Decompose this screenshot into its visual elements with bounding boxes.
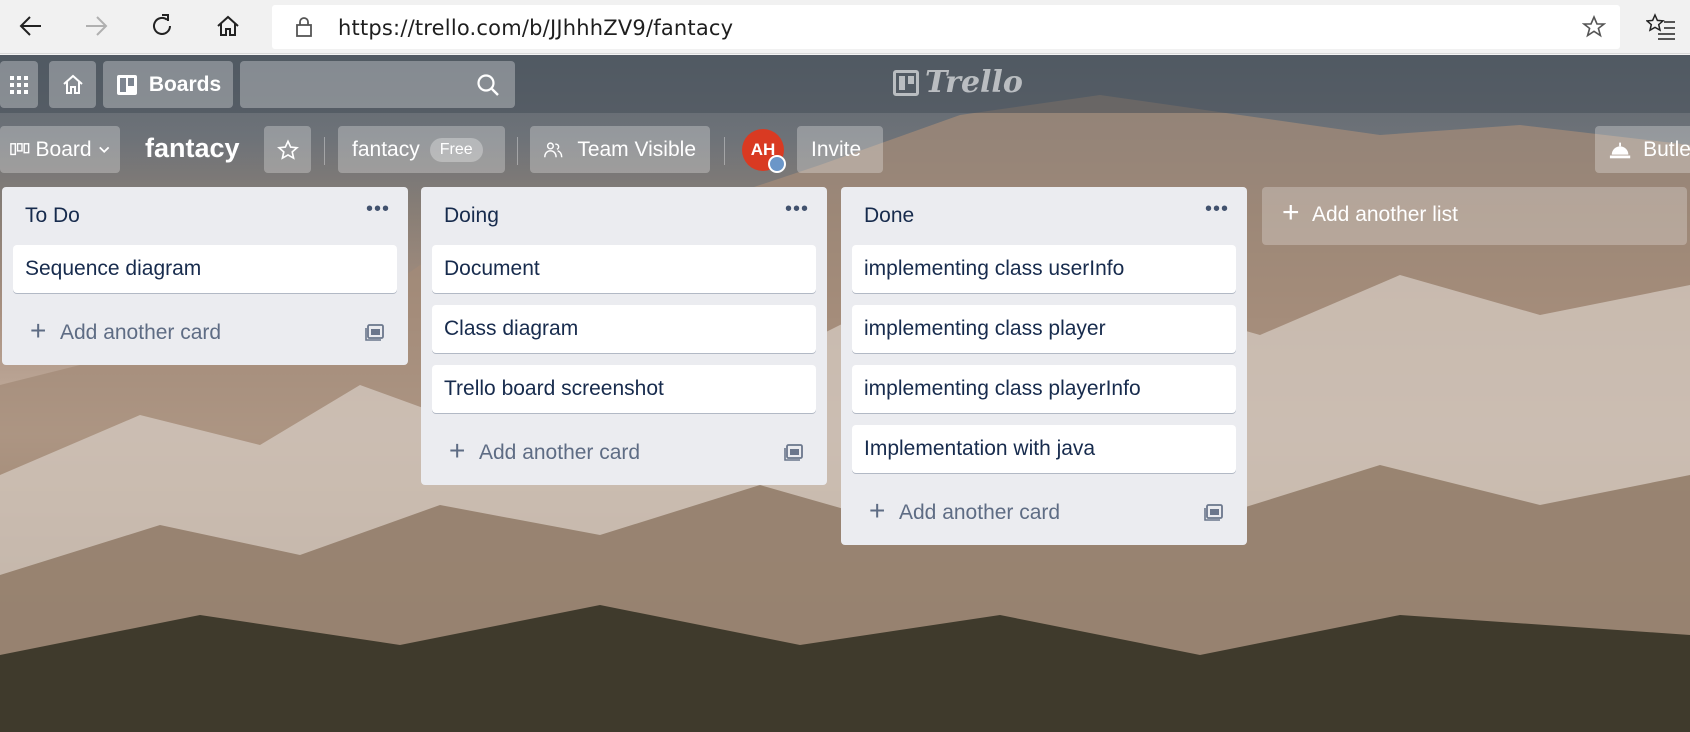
list-done: Done ••• implementing class userInfo imp…	[841, 187, 1247, 545]
team-button[interactable]: fantacy Free	[338, 126, 505, 173]
visibility-button[interactable]: Team Visible	[530, 126, 710, 173]
search-icon	[477, 74, 499, 96]
plus-icon: +	[30, 315, 47, 346]
search-input[interactable]	[240, 61, 515, 108]
header-divider	[324, 137, 325, 165]
list-title[interactable]: Done	[864, 204, 914, 228]
plan-badge: Free	[429, 137, 483, 162]
card[interactable]: Sequence diagram	[13, 245, 397, 293]
card-template-icon[interactable]	[364, 320, 386, 342]
card[interactable]: implementing class userInfo	[852, 245, 1236, 293]
chevron-down-icon	[98, 146, 109, 153]
add-list-label: Add another list	[1312, 203, 1458, 226]
star-board-button[interactable]	[264, 126, 311, 173]
home-icon	[62, 74, 83, 94]
butler-bell-icon	[1609, 142, 1631, 158]
list-header: Doing •••	[421, 187, 827, 245]
star-icon	[276, 138, 299, 160]
header-divider	[724, 137, 725, 165]
board-view-icon	[10, 142, 30, 155]
card[interactable]: implementing class player	[852, 305, 1236, 353]
boards-icon	[116, 74, 137, 95]
add-card-button[interactable]: + Add another card	[2, 305, 408, 365]
admin-badge-icon	[768, 155, 786, 173]
list-menu-icon[interactable]: •••	[785, 198, 809, 221]
add-card-button[interactable]: + Add another card	[841, 485, 1247, 545]
visibility-label: Team Visible	[577, 137, 696, 161]
card-template-icon[interactable]	[1203, 500, 1225, 522]
refresh-icon[interactable]	[140, 6, 184, 46]
address-bar[interactable]: https://trello.com/b/JJhhhZV9/fantacy	[272, 5, 1620, 49]
url-text: https://trello.com/b/JJhhhZV9/fantacy	[338, 16, 734, 40]
list-menu-icon[interactable]: •••	[366, 198, 390, 221]
trello-top-nav: Boards Trello	[0, 55, 1690, 113]
add-card-label: Add another card	[60, 321, 222, 344]
favorites-icon[interactable]	[1646, 12, 1676, 42]
list-menu-icon[interactable]: •••	[1205, 198, 1229, 221]
board-view-switcher[interactable]: Board	[0, 126, 120, 173]
header-divider	[517, 137, 518, 165]
home-button[interactable]	[49, 61, 96, 108]
plus-icon: +	[869, 495, 886, 526]
list-to-do: To Do ••• Sequence diagram + Add another…	[2, 187, 408, 365]
butler-button[interactable]: Butle	[1595, 126, 1690, 173]
trello-logo-text: Trello	[925, 65, 1023, 100]
list-title[interactable]: To Do	[25, 204, 80, 228]
browser-toolbar: https://trello.com/b/JJhhhZV9/fantacy	[0, 0, 1690, 54]
butler-label: Butle	[1643, 137, 1690, 161]
list-doing: Doing ••• Document Class diagram Trello …	[421, 187, 827, 485]
add-list-button[interactable]: + Add another list	[1262, 187, 1687, 245]
trello-logo[interactable]: Trello	[893, 65, 1023, 100]
add-card-label: Add another card	[479, 441, 641, 464]
plus-icon: +	[449, 435, 466, 466]
team-visible-icon	[544, 141, 563, 157]
card[interactable]: Implementation with java	[852, 425, 1236, 473]
forward-icon[interactable]	[74, 6, 118, 46]
list-header: To Do •••	[2, 187, 408, 245]
star-icon[interactable]	[1582, 15, 1606, 39]
card[interactable]: Class diagram	[432, 305, 816, 353]
invite-button[interactable]: Invite	[797, 126, 883, 173]
card[interactable]: implementing class playerInfo	[852, 365, 1236, 413]
list-title[interactable]: Doing	[444, 204, 499, 228]
invite-label: Invite	[811, 137, 862, 161]
board-canvas: Boards Trello Board fantacy fantacy Free…	[0, 55, 1690, 732]
card[interactable]: Document	[432, 245, 816, 293]
team-name: fantacy	[352, 137, 420, 161]
lock-icon	[296, 17, 312, 37]
card-template-icon[interactable]	[783, 440, 805, 462]
add-card-label: Add another card	[899, 501, 1061, 524]
apps-icon[interactable]	[0, 61, 38, 108]
trello-logo-icon	[893, 69, 919, 96]
board-title[interactable]: fantacy	[145, 133, 240, 164]
board-view-label: Board	[35, 137, 92, 161]
add-card-button[interactable]: + Add another card	[421, 425, 827, 485]
back-icon[interactable]	[9, 6, 53, 46]
boards-label: Boards	[148, 72, 222, 96]
plus-icon: +	[1282, 196, 1300, 229]
card[interactable]: Trello board screenshot	[432, 365, 816, 413]
boards-button[interactable]: Boards	[103, 61, 233, 108]
home-icon[interactable]	[206, 6, 250, 46]
list-header: Done •••	[841, 187, 1247, 245]
